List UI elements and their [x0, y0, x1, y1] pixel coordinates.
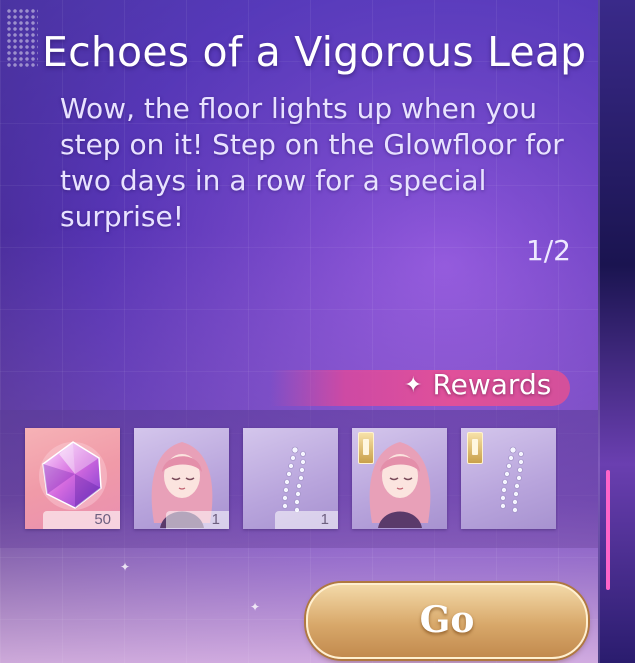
- right-side-panel-edge: [598, 0, 635, 663]
- reward-item-earrings[interactable]: 1: [243, 428, 338, 529]
- reward-count: 50: [43, 511, 120, 529]
- rewards-label: Rewards: [432, 368, 552, 401]
- reward-item-gem[interactable]: 50: [25, 428, 120, 529]
- sparkle-star-icon: ✦: [404, 373, 423, 398]
- reward-item-hairstyle-bonus[interactable]: [352, 428, 447, 529]
- reward-count: 1: [275, 511, 338, 529]
- dot-pattern-decoration: [6, 8, 38, 68]
- gold-tag-icon: [467, 432, 483, 464]
- gold-tag-icon: [358, 432, 374, 464]
- reward-item-earrings-bonus[interactable]: [461, 428, 556, 529]
- go-button[interactable]: Go: [306, 583, 588, 659]
- quest-title: Echoes of a Vigorous Leap: [42, 28, 587, 76]
- quest-description: Wow, the floor lights up when you step o…: [60, 92, 564, 233]
- neon-stripe-decoration: [606, 470, 610, 590]
- rewards-header: ✦ Rewards: [404, 368, 551, 401]
- sparkle-decoration: ✦: [250, 600, 261, 614]
- sparkle-decoration: ✦: [120, 560, 131, 574]
- quest-progress: 1/2: [525, 234, 571, 267]
- reward-item-hairstyle[interactable]: 1: [134, 428, 229, 529]
- reward-count: 1: [166, 511, 229, 529]
